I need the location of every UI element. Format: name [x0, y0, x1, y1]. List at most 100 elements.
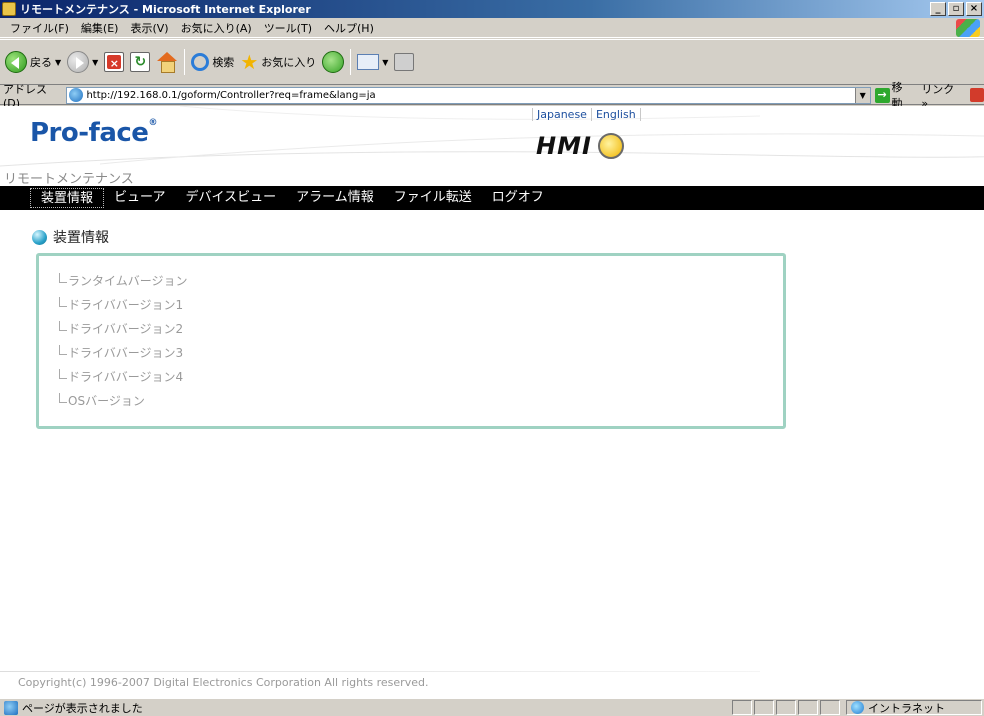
hmi-logo: HMI: [536, 132, 624, 160]
status-panes: [732, 700, 840, 715]
window-controls: _ ▫ ×: [930, 2, 982, 16]
refresh-icon: [130, 52, 151, 72]
toolbar-separator: [184, 49, 186, 75]
device-info-panel: ランタイムバージョン ドライババージョン1 ドライババージョン2 ドライババージ…: [36, 253, 786, 429]
security-zone: イントラネット: [846, 700, 982, 715]
nav-alarm-info[interactable]: アラーム情報: [286, 188, 384, 208]
copyright-text: Copyright(c) 1996-2007 Digital Electroni…: [18, 676, 429, 689]
toolbar-separator: [350, 49, 352, 75]
status-pane: [820, 700, 840, 715]
hmi-emblem-icon: [597, 133, 624, 159]
history-button[interactable]: [319, 43, 347, 81]
page-title: リモートメンテナンス: [4, 172, 134, 187]
info-label: ランタイムバージョン: [68, 273, 188, 288]
toolbar: 戻る ▼ ▼ 検索 ★ お気に入り ▼: [0, 39, 984, 85]
info-label: ドライババージョン1: [68, 297, 184, 312]
address-bar: アドレス(D) http://192.168.0.1/goform/Contro…: [0, 81, 984, 110]
nav-file-transfer[interactable]: ファイル転送: [384, 188, 482, 208]
search-button[interactable]: 検索: [188, 43, 237, 81]
title-bar: リモートメンテナンス - Microsoft Internet Explorer…: [0, 0, 984, 18]
section-heading-text: 装置情報: [53, 230, 109, 246]
menu-tools[interactable]: ツール(T): [258, 20, 318, 36]
hmi-logo-text: HMI: [536, 132, 592, 160]
address-url[interactable]: http://192.168.0.1/goform/Controller?req…: [86, 90, 375, 101]
language-switch: Japanese English: [532, 108, 641, 121]
info-label: ドライババージョン3: [68, 345, 184, 360]
info-row-os-version: OSバージョン: [59, 390, 783, 410]
menu-bar: ファイル(F) 編集(E) 表示(V) お気に入り(A) ツール(T) ヘルプ(…: [0, 18, 984, 38]
page-viewport: Japanese English Pro-face® HMI リモートメンテナン…: [0, 106, 984, 698]
forward-icon: [67, 51, 90, 73]
info-row-driver-version-1: ドライババージョン1: [59, 294, 783, 314]
mail-icon: [357, 54, 380, 70]
nav-device-view[interactable]: デバイスビュー: [176, 188, 287, 208]
globe-icon: [851, 701, 864, 714]
window-title: リモートメンテナンス - Microsoft Internet Explorer: [20, 3, 311, 16]
nav-viewer[interactable]: ビューア: [104, 188, 175, 208]
maximize-button[interactable]: ▫: [948, 2, 964, 16]
tree-branch-icon: [59, 369, 67, 379]
home-icon: [156, 52, 178, 73]
tree-branch-icon: [59, 393, 67, 403]
forward-button[interactable]: ▼: [64, 43, 101, 81]
links-extra-icon[interactable]: [970, 88, 984, 102]
forward-dropdown-icon[interactable]: ▼: [92, 58, 98, 67]
favorites-label: お気に入り: [261, 56, 317, 69]
brand-logo: Pro-face®: [30, 118, 157, 148]
go-icon: →: [874, 87, 890, 103]
stop-icon: [104, 52, 125, 72]
nav-logoff[interactable]: ログオフ: [482, 188, 554, 208]
search-icon: [191, 53, 210, 71]
section-heading: 装置情報: [32, 227, 109, 247]
address-input[interactable]: http://192.168.0.1/goform/Controller?req…: [66, 86, 871, 104]
address-dropdown-icon[interactable]: ▼: [854, 87, 870, 103]
tree-branch-icon: [59, 273, 67, 283]
info-row-driver-version-4: ドライババージョン4: [59, 366, 783, 386]
lang-japanese-link[interactable]: Japanese: [532, 108, 592, 121]
back-button[interactable]: 戻る ▼: [2, 43, 64, 81]
lang-english-link[interactable]: English: [592, 108, 641, 121]
tree-branch-icon: [59, 345, 67, 355]
info-label: ドライババージョン4: [68, 369, 184, 384]
tree-branch-icon: [59, 321, 67, 331]
search-label: 検索: [212, 56, 235, 69]
menu-view[interactable]: 表示(V): [124, 20, 174, 36]
app-icon: [2, 2, 16, 16]
ie-icon: [69, 88, 84, 102]
footer-divider: [0, 671, 760, 672]
menu-help[interactable]: ヘルプ(H): [318, 20, 380, 36]
windows-logo-icon: [956, 19, 980, 37]
mail-button[interactable]: ▼: [354, 43, 391, 81]
print-button[interactable]: [391, 43, 417, 81]
info-row-driver-version-3: ドライババージョン3: [59, 342, 783, 362]
stop-button[interactable]: [101, 43, 127, 81]
close-button[interactable]: ×: [966, 2, 982, 16]
history-icon: [322, 51, 345, 73]
info-label: ドライババージョン2: [68, 321, 184, 336]
print-icon: [394, 53, 415, 71]
favorites-icon: ★: [240, 50, 259, 74]
page-status-icon: [4, 700, 18, 715]
home-button[interactable]: [153, 43, 181, 81]
status-bar: ページが表示されました イントラネット: [0, 698, 984, 716]
status-pane: [776, 700, 796, 715]
favorites-button[interactable]: ★ お気に入り: [237, 43, 319, 81]
minimize-button[interactable]: _: [930, 2, 946, 16]
brand-name: Pro-face: [30, 118, 149, 148]
status-pane: [754, 700, 774, 715]
back-dropdown-icon[interactable]: ▼: [55, 58, 61, 67]
status-pane: [798, 700, 818, 715]
refresh-button[interactable]: [127, 43, 153, 81]
main-nav: 装置情報 ビューア デバイスビュー アラーム情報 ファイル転送 ログオフ: [0, 186, 984, 210]
menu-file[interactable]: ファイル(F): [4, 20, 75, 36]
mail-dropdown-icon[interactable]: ▼: [382, 58, 388, 67]
menu-favorites[interactable]: お気に入り(A): [175, 20, 258, 36]
info-row-runtime-version: ランタイムバージョン: [59, 270, 783, 290]
nav-device-info[interactable]: 装置情報: [30, 188, 105, 208]
status-text: ページが表示されました: [22, 701, 143, 715]
zone-label: イントラネット: [868, 701, 945, 715]
back-icon: [5, 51, 27, 73]
menu-edit[interactable]: 編集(E): [75, 20, 125, 36]
back-label: 戻る: [30, 56, 52, 69]
info-label: OSバージョン: [68, 393, 145, 408]
